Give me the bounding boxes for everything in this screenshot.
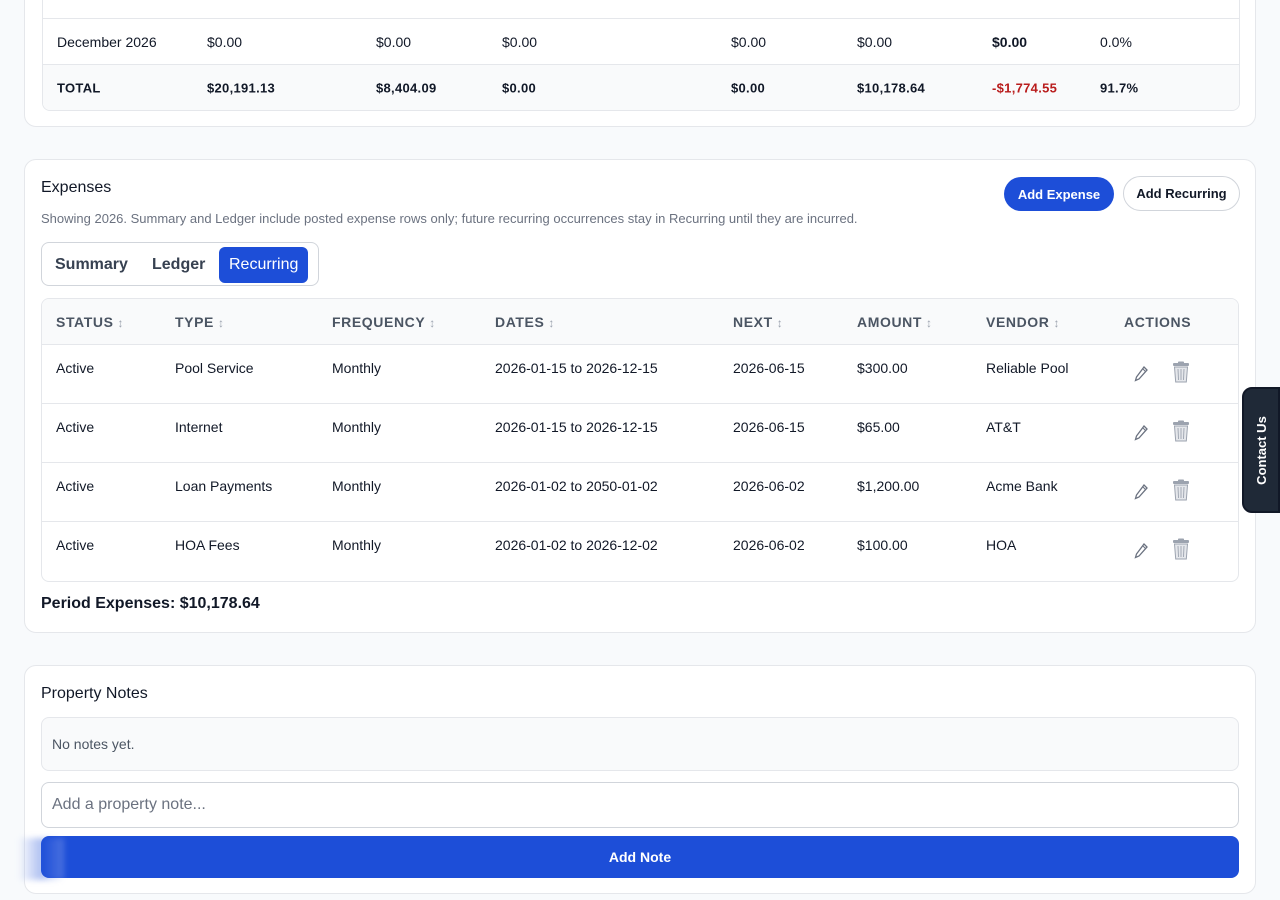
tab-recurring[interactable]: Recurring [219,247,309,283]
edit-pencil-icon[interactable] [1130,540,1152,562]
frequency-cell: Monthly [332,419,382,435]
column-header-next[interactable]: NEXT ↕ [733,314,783,330]
recurring-expenses-table: STATUS ↕ TYPE ↕ FREQUENCY ↕ DATES ↕ NEXT ↕ AM… [41,298,1239,582]
table-row: December 2026 $0.00 $0.00 $0.00 $0.00 $0… [43,18,1239,64]
next-date-cell: 2026-06-15 [733,360,805,376]
table-cell: $0.00 [857,33,893,50]
add-note-button[interactable]: Add Note [41,836,1239,878]
trash-icon[interactable] [1170,420,1192,442]
table-cell: $10,178.64 [857,80,926,95]
table-cell: $0.00 [502,33,538,50]
type-cell: Internet [175,419,223,435]
table-row: $ $ $ $ $ $ [43,0,1239,18]
table-cell: $0.00 [731,80,766,95]
table-cell: 0.0% [1100,33,1132,50]
trash-icon[interactable] [1170,479,1192,501]
property-note-input[interactable] [41,782,1239,828]
add-recurring-button[interactable]: Add Recurring [1123,176,1240,211]
total-label: TOTAL [57,80,101,95]
period-expenses: Period Expenses: $10,178.64 [41,595,260,613]
total-row: TOTAL $20,191.13 $8,404.09 $0.00 $0.00 $… [43,64,1239,110]
sort-icon: ↕ [217,315,225,330]
sort-icon: ↕ [926,315,933,330]
dates-cell: 2026-01-02 to 2026-12-02 [495,537,658,553]
column-header-dates[interactable]: DATES ↕ [495,314,555,330]
tab-ledger[interactable]: Ledger [142,247,215,283]
table-cell: $0.00 [207,33,243,50]
status-cell: Active [56,537,95,553]
table-cell: $0.00 [992,33,1028,50]
amount-cell: $300.00 [857,360,908,376]
next-date-cell: 2026-06-02 [733,478,805,494]
notes-empty-state: No notes yet. [41,717,1239,771]
column-header-amount[interactable]: AMOUNT ↕ [857,314,933,330]
month-cell: December 2026 [57,33,157,50]
type-cell: HOA Fees [175,537,240,553]
expenses-view-tabs: Summary Ledger Recurring [41,242,319,286]
vendor-cell: Acme Bank [986,478,1058,494]
frequency-cell: Monthly [332,537,382,553]
next-date-cell: 2026-06-02 [733,537,805,553]
edit-pencil-icon[interactable] [1130,363,1152,385]
vendor-cell: AT&T [986,419,1021,435]
amount-cell: $65.00 [857,419,900,435]
table-header: STATUS ↕ TYPE ↕ FREQUENCY ↕ DATES ↕ NEXT ↕ AM… [42,299,1238,345]
vendor-cell: Reliable Pool [986,360,1069,376]
table-row: Active Pool Service Monthly 2026-01-15 to 2… [42,345,1238,404]
net-total-cell: -$1,774.55 [992,80,1058,95]
expenses-card: Expenses Add Expense Add Recurring Showi… [24,159,1256,633]
next-date-cell: 2026-06-15 [733,419,805,435]
frequency-cell: Monthly [332,478,382,494]
period-expenses-label: Period Expenses: [41,595,176,612]
column-header-frequency[interactable]: FREQUENCY ↕ [332,314,436,330]
column-header-vendor[interactable]: VENDOR ↕ [986,314,1060,330]
amount-cell: $100.00 [857,537,908,553]
edit-pencil-icon[interactable] [1130,481,1152,503]
column-header-actions: ACTIONS [1124,313,1192,330]
trash-icon[interactable] [1170,538,1192,560]
contact-us-label: Contact Us [1253,415,1269,485]
table-cell: 91.7% [1100,80,1139,95]
sort-icon: ↕ [429,315,436,330]
floating-widget-blur [18,838,64,880]
sort-icon: ↕ [117,315,125,330]
frequency-cell: Monthly [332,360,382,376]
status-cell: Active [56,360,95,376]
trash-icon[interactable] [1170,361,1192,383]
edit-pencil-icon[interactable] [1130,422,1152,444]
expenses-title: Expenses [41,179,112,196]
property-notes-title: Property Notes [41,685,148,702]
amount-cell: $1,200.00 [857,478,920,494]
column-header-status[interactable]: STATUS ↕ [56,314,124,330]
table-row: Active HOA Fees Monthly 2026-01-02 to 2026-… [42,522,1238,581]
contact-us-tab[interactable]: Contact Us [1242,387,1280,513]
status-cell: Active [56,478,95,494]
income-summary-card: $ $ $ $ $ $ December 2026 $0.00 $0.00 $0… [24,0,1256,127]
type-cell: Pool Service [175,360,254,376]
sort-icon: ↕ [776,315,784,330]
income-summary-table: $ $ $ $ $ $ December 2026 $0.00 $0.00 $0… [42,0,1240,111]
table-row: Active Loan Payments Monthly 2026-01-02 to … [42,463,1238,522]
sort-icon: ↕ [548,315,556,330]
column-header-type[interactable]: TYPE ↕ [175,314,225,330]
dates-cell: 2026-01-02 to 2050-01-02 [495,478,658,494]
table-cell: $0.00 [502,80,537,95]
table-cell: $0.00 [731,33,767,50]
expenses-subtitle: Showing 2026. Summary and Ledger include… [41,211,858,226]
period-expenses-value: $10,178.64 [179,595,260,612]
status-cell: Active [56,419,95,435]
table-cell: $8,404.09 [376,80,437,95]
vendor-cell: HOA [986,537,1017,553]
type-cell: Loan Payments [175,478,273,494]
table-cell: $0.00 [376,33,412,50]
dates-cell: 2026-01-15 to 2026-12-15 [495,360,658,376]
add-expense-button[interactable]: Add Expense [1004,177,1114,211]
table-cell: $20,191.13 [207,80,276,95]
dates-cell: 2026-01-15 to 2026-12-15 [495,419,658,435]
sort-icon: ↕ [1053,315,1061,330]
table-row: Active Internet Monthly 2026-01-15 to 2026-… [42,404,1238,463]
property-notes-card: Property Notes No notes yet. Add Note [24,665,1256,894]
tab-summary[interactable]: Summary [45,247,138,283]
